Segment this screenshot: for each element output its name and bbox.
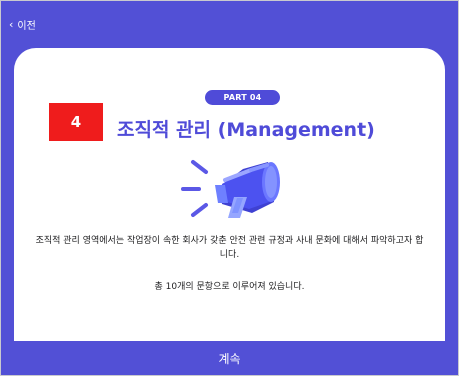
chevron-left-icon: ‹ [9,18,14,31]
app-frame: ‹ 이전 PART 04 4 조직적 관리 (Management) 조직적 관… [0,0,459,376]
back-link[interactable]: ‹ 이전 [9,17,36,32]
intro-card: PART 04 4 조직적 관리 (Management) 조직적 관리 영역에… [14,48,445,342]
top-bar: ‹ 이전 [1,1,458,47]
continue-button[interactable]: 계속 [1,341,458,375]
megaphone-icon [181,160,280,218]
back-label: 이전 [17,21,36,32]
question-count-text: 총 10개의 문항으로 이루어져 있습니다. [154,282,305,292]
part-badge: PART 04 [205,90,280,105]
number-badge: 4 [49,103,103,141]
description-text: 조직적 관리 영역에서는 작업장이 속한 회사가 갖춘 안전 관련 규정과 사내… [35,236,424,260]
page-title: 조직적 관리 (Management) [117,119,375,141]
